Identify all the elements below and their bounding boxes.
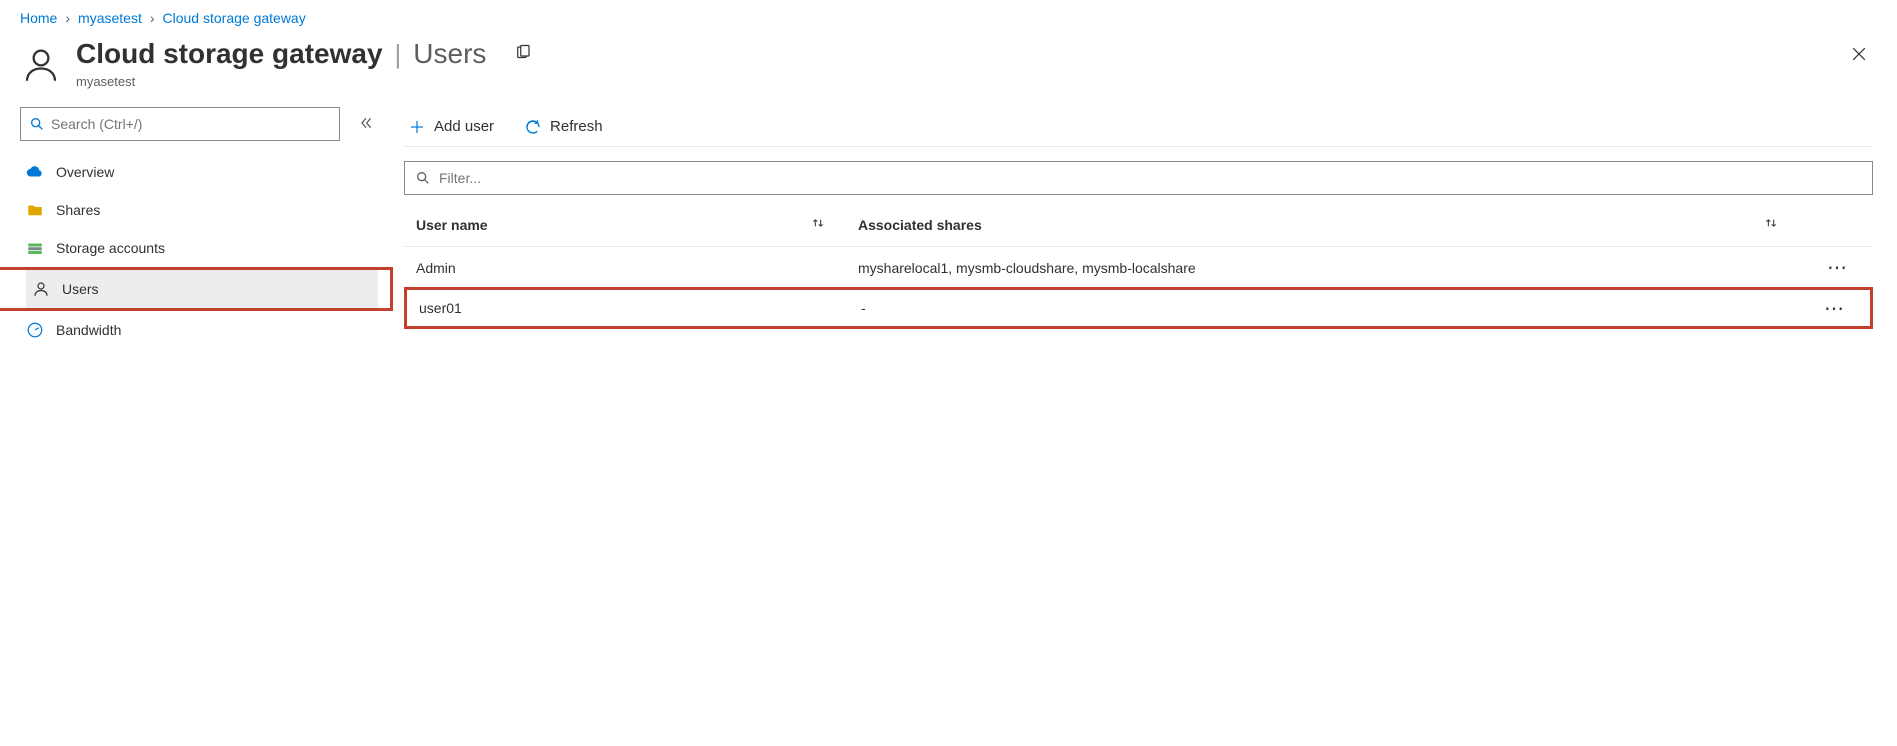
sidebar-item-overview[interactable]: Overview (20, 153, 378, 191)
sidebar-item-label: Overview (56, 164, 114, 180)
sort-icon[interactable] (810, 215, 826, 234)
search-icon (415, 170, 431, 186)
search-icon (29, 116, 45, 132)
chevron-right-icon: › (65, 10, 70, 26)
toolbar-label: Add user (434, 118, 494, 135)
column-header-username[interactable]: User name (404, 215, 844, 234)
page-subtitle: myasetest (76, 74, 1877, 89)
page-header: Cloud storage gateway | Users myasetest (0, 34, 1897, 107)
cell-username: user01 (407, 300, 847, 316)
person-icon (32, 280, 50, 298)
person-icon (20, 44, 62, 86)
sidebar-item-storage-accounts[interactable]: Storage accounts (20, 229, 378, 267)
column-label: Associated shares (858, 217, 982, 233)
cell-shares: - (847, 300, 1800, 316)
pin-icon[interactable] (514, 44, 532, 65)
cell-username: Admin (404, 260, 844, 276)
sidebar-item-label: Bandwidth (56, 322, 121, 338)
sidebar-search-input[interactable] (51, 116, 331, 132)
row-more-button[interactable]: ⋯ (1803, 255, 1873, 280)
cloud-icon (26, 163, 44, 181)
sidebar-item-label: Shares (56, 202, 100, 218)
command-bar: Add user Refresh (404, 107, 1873, 147)
sidebar-item-label: Storage accounts (56, 240, 165, 256)
add-user-button[interactable]: Add user (404, 107, 498, 146)
breadcrumb-link-resource[interactable]: myasetest (78, 10, 142, 26)
column-header-shares[interactable]: Associated shares (844, 215, 1803, 234)
bandwidth-icon (26, 321, 44, 339)
filter-box[interactable] (404, 161, 1873, 195)
close-icon[interactable] (1849, 44, 1869, 67)
column-label: User name (416, 217, 488, 233)
storage-icon (26, 239, 44, 257)
toolbar-label: Refresh (550, 118, 603, 135)
sidebar-item-label: Users (62, 281, 99, 297)
sidebar-item-bandwidth[interactable]: Bandwidth (20, 311, 378, 349)
row-more-button[interactable]: ⋯ (1800, 296, 1870, 321)
sidebar-item-shares[interactable]: Shares (20, 191, 378, 229)
refresh-icon (524, 118, 542, 136)
collapse-sidebar-icon[interactable] (354, 111, 378, 138)
title-divider: | (395, 39, 402, 70)
table-row[interactable]: user01 - ⋯ (404, 287, 1873, 329)
table-row[interactable]: Admin mysharelocal1, mysmb-cloudshare, m… (404, 247, 1873, 289)
ellipsis-icon: ⋯ (1824, 296, 1846, 321)
chevron-right-icon: › (150, 10, 155, 26)
page-title: Cloud storage gateway (76, 38, 383, 70)
breadcrumb-link-home[interactable]: Home (20, 10, 57, 26)
ellipsis-icon: ⋯ (1827, 255, 1849, 280)
sort-icon[interactable] (1763, 215, 1779, 234)
sidebar: Overview Shares Storage accounts Users (0, 107, 390, 349)
sidebar-item-users[interactable]: Users (26, 270, 378, 308)
breadcrumb: Home › myasetest › Cloud storage gateway (0, 0, 1897, 34)
sidebar-search[interactable] (20, 107, 340, 141)
plus-icon (408, 118, 426, 136)
table-header: User name Associated shares (404, 203, 1873, 247)
page-subsection: Users (413, 38, 486, 70)
breadcrumb-link-gateway[interactable]: Cloud storage gateway (163, 10, 306, 26)
filter-input[interactable] (439, 170, 1862, 186)
refresh-button[interactable]: Refresh (520, 107, 607, 146)
folder-icon (26, 201, 44, 219)
cell-shares: mysharelocal1, mysmb-cloudshare, mysmb-l… (844, 260, 1803, 276)
main-content: Add user Refresh User name Associated sh… (390, 107, 1897, 349)
